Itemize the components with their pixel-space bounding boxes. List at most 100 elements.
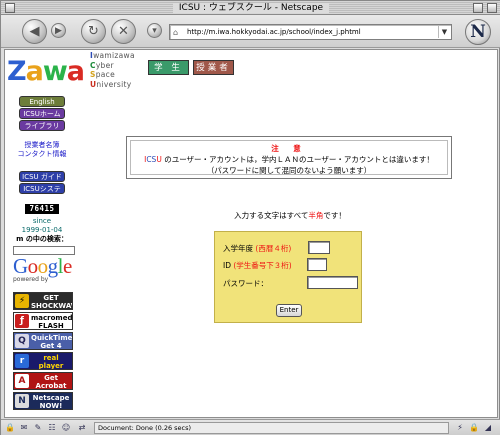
flash-player-badge[interactable]: ƒ macromedia FLASH PLAYER (13, 312, 73, 330)
year-hint: (西暦４桁) (255, 244, 292, 253)
since-date: 1999-01-04 (21, 226, 63, 234)
flash-text: macromedia FLASH PLAYER (31, 314, 73, 330)
login-form: 入学年度 (西暦４桁) ID (学生番号下３桁) パスワード： Enter (214, 231, 362, 323)
get-shockwave-badge[interactable]: ⚡ GET SHOCKWAVE (13, 292, 73, 310)
chevron-down-icon: ▾ (152, 25, 157, 36)
google-logo[interactable]: Google (13, 255, 72, 277)
notice-line-2: （パスワードに関して混同のないよう願います） (206, 166, 372, 175)
url-bar[interactable]: ⌂ http://m.iwa.hokkyodai.ac.jp/school/in… (169, 24, 452, 40)
notice-box: 注 意 ICSU のユーザー・アカウントは，学内ＬＡＮのユーザー・アカウントとは… (126, 136, 452, 179)
status-text: Document: Done (0.26 secs) (94, 422, 449, 434)
acrobat-icon: A (15, 374, 29, 388)
teacher-button[interactable]: 授業者 (193, 60, 234, 75)
stop-icon: ✕ (118, 24, 129, 39)
password-input[interactable] (307, 276, 358, 289)
site-search-label: m の中の検索： (16, 235, 68, 243)
netscape-text: Netscape NOW! (32, 394, 70, 410)
acronym-line: Space (90, 70, 135, 80)
security-lock-icon[interactable]: 🔒 (5, 423, 15, 433)
year-input[interactable] (308, 241, 330, 254)
netscape-throbber-logo[interactable]: N (465, 19, 491, 45)
icsu-guide-button[interactable]: ICSU ガイド (19, 171, 65, 182)
year-label: 入学年度 (223, 244, 256, 253)
year-label-wrap: 入学年度 (西暦４桁) (223, 244, 291, 254)
title-bar: ICSU : ウェブスクール - Netscape (1, 1, 500, 15)
enter-button[interactable]: Enter (276, 304, 302, 317)
url-dropdown-icon[interactable]: ▼ (438, 26, 450, 38)
notice-line-1-text: のユーザー・アカウントは，学内ＬＡＮのユーザー・アカウントとは違います！ (161, 155, 434, 164)
acronym-rest: yber (95, 60, 114, 70)
english-button[interactable]: English (19, 96, 65, 107)
netscape-now-badge[interactable]: N Netscape NOW! (13, 392, 73, 410)
flash-icon: ƒ (15, 314, 29, 328)
id-label-wrap: ID (学生番号下３桁) (223, 261, 292, 271)
zawa-logo[interactable]: Zawa (7, 58, 85, 86)
icsu-home-button[interactable]: ICSUホーム (19, 108, 65, 119)
page-content: Zawa Iwamizawa Cyber Space University 学 … (4, 49, 498, 418)
resize-grip-icon[interactable]: ◢ (483, 423, 493, 433)
zoom-box[interactable] (473, 3, 483, 13)
chat-icon[interactable]: ☺ (61, 423, 71, 433)
id-input[interactable] (307, 258, 327, 271)
contact-info-link[interactable]: コンタクト情報 (5, 150, 79, 159)
status-bar: 🔒 ✉ ✎ ☷ ☺ ⇄ Document: Done (0.26 secs) ⚡… (1, 419, 500, 435)
address-book-icon[interactable]: ☷ (47, 423, 57, 433)
quicktime-icon: Q (15, 334, 29, 348)
intro-suffix: です！ (323, 211, 346, 220)
teacher-list-link[interactable]: 授業者名簿 (5, 141, 79, 150)
page-security-icon[interactable]: 🔒 (469, 423, 479, 433)
notice-inner: 注 意 ICSU のユーザー・アカウントは，学内ＬＡＮのユーザー・アカウントとは… (130, 140, 448, 175)
icsu-acronym: Iwamizawa Cyber Space University (90, 51, 135, 89)
acronym-line: Cyber (90, 61, 135, 71)
back-arrow-icon: ◀ (29, 24, 40, 39)
back-button[interactable]: ◀ (22, 19, 47, 44)
since-label: since (32, 217, 52, 225)
url-text: http://m.iwa.hokkyodai.ac.jp/school/inde… (187, 28, 361, 36)
netscape-icon: N (15, 394, 29, 408)
realplayer-badge[interactable]: r real player FREE (13, 352, 73, 370)
notice-line-1: ICSU のユーザー・アカウントは，学内ＬＡＮのユーザー・アカウントとは違います… (131, 154, 447, 165)
offline-icon[interactable]: ⇄ (77, 423, 87, 433)
stop-button[interactable]: ✕ (111, 19, 136, 44)
forward-arrow-icon: ▶ (55, 25, 62, 36)
forward-button[interactable]: ▶ (51, 23, 66, 38)
realplayer-text: real player FREE (38, 354, 64, 370)
acrobat-text: Get Acrobat Reader (35, 374, 67, 390)
id-label: ID (223, 261, 234, 270)
intro-highlight: 半角 (308, 211, 324, 220)
acronym-rest: wamizawa (93, 51, 135, 60)
intro-prefix: 入力する文字はすべて (234, 211, 309, 220)
connection-icon[interactable]: ⚡ (455, 423, 465, 433)
acronym-rest: niversity (96, 79, 132, 89)
quicktime-badge[interactable]: Q QuickTime Get 4 (13, 332, 73, 350)
location-icon: ⌂ (173, 28, 179, 37)
acronym-line: Iwamizawa (90, 51, 135, 61)
reload-button[interactable]: ↻ (81, 19, 106, 44)
student-button[interactable]: 学 生 (148, 60, 189, 75)
powered-by-label: powered by (13, 276, 49, 283)
navigation-toolbar: ◀ ▶ ↻ ✕ ▾ ⌂ http://m.iwa.hokkyodai.ac.jp… (1, 15, 500, 48)
reload-icon: ↻ (88, 24, 99, 39)
acronym-rest: pace (95, 70, 115, 79)
history-dropdown-button[interactable]: ▾ (147, 23, 162, 38)
quicktime-text: QuickTime Get 4 (31, 334, 73, 350)
visitor-counter: 76415 (25, 204, 59, 214)
window-title-wrap: ICSU : ウェブスクール - Netscape (1, 1, 500, 15)
acrobat-reader-badge[interactable]: A Get Acrobat Reader (13, 372, 73, 390)
input-instruction: 入力する文字はすべて半角です！ (125, 211, 455, 221)
browser-window: ICSU : ウェブスクール - Netscape ◀ ▶ ↻ ✕ ▾ ⌂ ht… (0, 0, 500, 435)
password-label: パスワード： (223, 279, 268, 288)
window-title: ICSU : ウェブスクール - Netscape (172, 3, 330, 13)
shockwave-text: GET SHOCKWAVE (31, 294, 72, 310)
notice-title: 注 意 (271, 144, 307, 153)
composer-icon[interactable]: ✎ (33, 423, 43, 433)
realplayer-icon: r (15, 354, 29, 368)
icsu-cs: CS (146, 155, 157, 164)
shockwave-icon: ⚡ (15, 294, 29, 308)
id-hint: (学生番号下３桁) (233, 261, 292, 270)
collapse-box[interactable] (487, 3, 497, 13)
acronym-line: University (90, 80, 135, 90)
icsu-system-button[interactable]: ICSUシステム (19, 183, 65, 203)
library-button[interactable]: ライブラリ (19, 120, 65, 131)
mail-icon[interactable]: ✉ (19, 423, 29, 433)
